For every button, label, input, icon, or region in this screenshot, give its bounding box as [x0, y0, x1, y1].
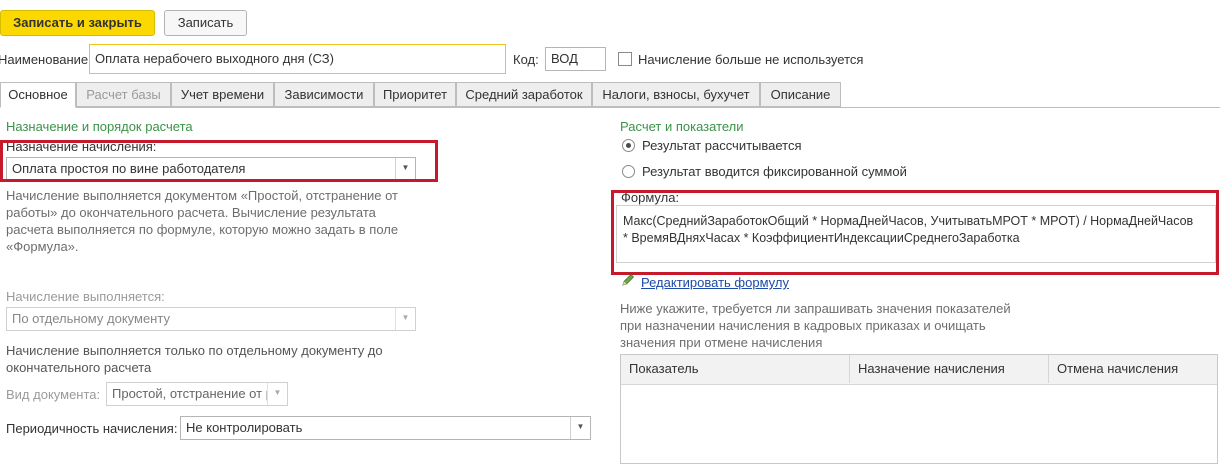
section-title-calculation: Расчет и показатели: [620, 119, 744, 134]
column-header-assignment[interactable]: Назначение начисления: [850, 355, 1049, 383]
pencil-icon: [620, 272, 636, 288]
radio-calculated[interactable]: [622, 139, 635, 152]
section-title-purpose: Назначение и порядок расчета: [6, 119, 193, 134]
indicators-hint: Ниже укажите, требуется ли запрашивать з…: [620, 301, 1011, 350]
name-field[interactable]: Оплата нерабочего выходного дня (СЗ): [89, 44, 506, 74]
tab-average-earnings[interactable]: Средний заработок: [456, 82, 592, 107]
code-label: Код:: [513, 52, 539, 67]
highlight-frame-purpose: [0, 140, 438, 182]
radio-fixed[interactable]: [622, 165, 635, 178]
not-used-checkbox[interactable]: [618, 52, 632, 66]
doc-type-label: Вид документа:: [6, 387, 101, 402]
column-header-cancellation[interactable]: Отмена начисления: [1049, 355, 1217, 383]
indicators-table[interactable]: Показатель Назначение начисления Отмена …: [620, 354, 1218, 464]
tab-dependencies[interactable]: Зависимости: [274, 82, 374, 107]
radio-calculated-label: Результат рассчитывается: [642, 138, 802, 153]
doc-type-select: Простой, отстранение от р ▼: [106, 382, 288, 406]
save-button[interactable]: Записать: [164, 10, 247, 36]
executed-select: По отдельному документу ▼: [6, 307, 416, 331]
table-header: Показатель Назначение начисления Отмена …: [621, 355, 1217, 385]
tab-time-accounting[interactable]: Учет времени: [171, 82, 274, 107]
tab-taxes[interactable]: Налоги, взносы, бухучет: [592, 82, 760, 107]
purpose-hint: Начисление выполняется документом «Прост…: [6, 188, 399, 254]
chevron-down-icon: ▼: [395, 308, 415, 330]
executed-value: По отдельному документу: [12, 311, 170, 326]
tab-main[interactable]: Основное: [0, 82, 76, 108]
code-field[interactable]: ВОД: [545, 47, 606, 71]
tab-description[interactable]: Описание: [760, 82, 841, 107]
periodicity-select[interactable]: Не контролировать ▼: [180, 416, 591, 440]
column-header-indicator[interactable]: Показатель: [621, 355, 850, 383]
highlight-frame-formula: [611, 190, 1219, 275]
not-used-label: Начисление больше не используется: [638, 52, 864, 67]
save-and-close-button[interactable]: Записать и закрыть: [0, 10, 155, 36]
chevron-down-icon[interactable]: ▼: [570, 417, 590, 439]
periodicity-label: Периодичность начисления:: [6, 421, 178, 436]
executed-hint: Начисление выполняется только по отдельн…: [6, 343, 383, 375]
tab-priority[interactable]: Приоритет: [374, 82, 456, 107]
radio-fixed-label: Результат вводится фиксированной суммой: [642, 164, 907, 179]
tab-base-calculation[interactable]: Расчет базы: [76, 82, 171, 107]
executed-label: Начисление выполняется:: [6, 289, 165, 304]
doc-type-value: Простой, отстранение от р: [112, 386, 273, 401]
name-label: Наименование:: [0, 52, 92, 67]
periodicity-value: Не контролировать: [186, 420, 303, 435]
edit-formula-link[interactable]: Редактировать формулу: [641, 275, 789, 290]
chevron-down-icon: ▼: [267, 383, 287, 405]
